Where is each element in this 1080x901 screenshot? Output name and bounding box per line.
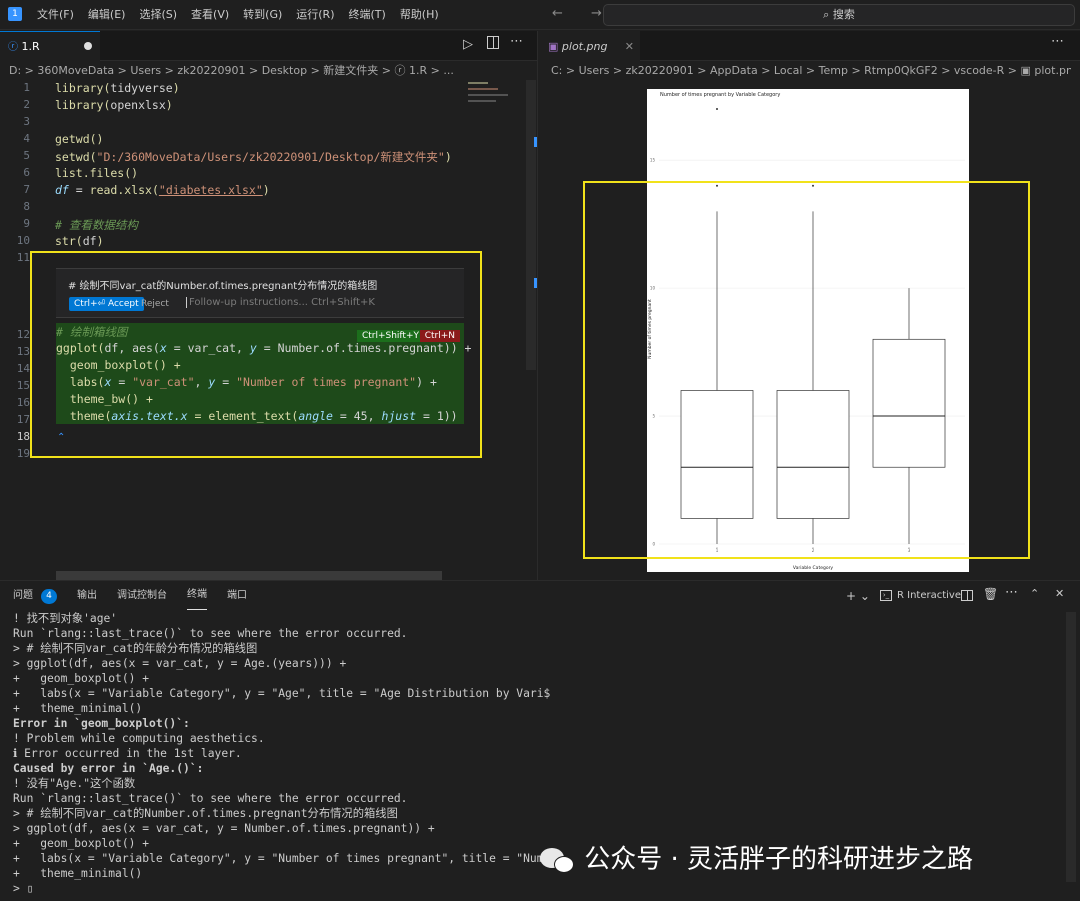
menu-item-4[interactable]: 转到(G) <box>236 0 289 30</box>
tab-terminal[interactable]: 终端 <box>187 581 207 610</box>
line-number: 16 <box>16 396 30 409</box>
terminal-line: ! 找不到对象'age' <box>13 612 118 625</box>
title-bar: 1 文件(F) 编辑(E) 选择(S) 查看(V) 转到(G) 运行(R) 终端(T) 帮助(… <box>0 0 1080 30</box>
command-search-input[interactable]: ⌕ 搜索 <box>603 4 1075 26</box>
code-line-1: library(tidyverse) <box>55 81 180 95</box>
terminal-line: Error in `geom_boxplot()`: <box>13 717 190 730</box>
terminal-line: > ggplot(df, aes(x = var_cat, y = Number… <box>13 822 435 835</box>
line-number: 14 <box>16 362 30 375</box>
minimap[interactable] <box>468 80 523 120</box>
line-number: 18 <box>16 430 30 443</box>
editor-scrollbar[interactable] <box>526 80 536 370</box>
line-number: 11 <box>16 251 30 264</box>
line-number: 15 <box>16 379 30 392</box>
menu-item-7[interactable]: 帮助(H) <box>393 0 446 30</box>
menu-item-5[interactable]: 运行(R) <box>289 0 341 30</box>
tab-output[interactable]: 输出 <box>77 581 97 611</box>
terminal-line: + geom_boxplot() + <box>13 672 150 685</box>
line-number: 7 <box>23 183 30 196</box>
line-number: 13 <box>16 345 30 358</box>
terminal-line: > # 绘制不同var_cat的Number.of.times.pregnant… <box>13 807 398 820</box>
problems-count-badge: 4 <box>41 589 57 604</box>
new-terminal-icon[interactable]: + ⌄ <box>846 589 870 603</box>
terminal-name[interactable]: R Interactive <box>897 581 961 611</box>
plot-breadcrumb[interactable]: C: > Users > zk20220901 > AppData > Loca… <box>551 61 1071 81</box>
menu-item-0[interactable]: 文件(F) <box>30 0 81 30</box>
line-number: 12 <box>16 328 30 341</box>
unsaved-dot-icon[interactable] <box>84 42 92 50</box>
more-actions-icon[interactable]: ⋯ <box>1051 34 1064 49</box>
code-line-10: str(df) <box>55 234 104 248</box>
tab-1r[interactable]: ⓡ 1.R <box>0 31 100 61</box>
split-terminal-icon[interactable] <box>961 590 973 601</box>
tab-ports[interactable]: 端口 <box>227 581 247 611</box>
line-number: 1 <box>23 81 30 94</box>
line-number: 10 <box>16 234 30 247</box>
more-actions-icon[interactable]: ⋯ <box>510 34 523 49</box>
editor-divider[interactable] <box>537 31 538 580</box>
terminal-scrollbar[interactable] <box>1066 612 1076 882</box>
terminal-line: ! 没有"Age."这个函数 <box>13 777 136 790</box>
tab-label: 1.R <box>21 40 40 53</box>
menu-item-3[interactable]: 查看(V) <box>184 0 236 30</box>
trash-icon[interactable]: 🗑 <box>983 587 998 601</box>
terminal-line: > ggplot(df, aes(x = var_cat, y = Age.(y… <box>13 657 347 670</box>
panel-tab-bar: 问题 4 输出 调试控制台 终端 端口 + ⌄ ›_ R Interactive… <box>0 580 1080 610</box>
code-line-4: getwd() <box>55 132 104 146</box>
tab-debug-console[interactable]: 调试控制台 <box>117 581 167 611</box>
line-number: 8 <box>23 200 30 213</box>
terminal-line: Caused by error in `Age.()`: <box>13 762 204 775</box>
line-number: 5 <box>23 149 30 162</box>
wechat-icon <box>540 846 576 874</box>
watermark-text: 公众号 · 灵活胖子的科研进步之路 <box>584 844 974 875</box>
chart-title: Number of times pregnant by Variable Cat… <box>660 92 780 98</box>
line-number: 4 <box>23 132 30 145</box>
chart-xlabel: Variable Category <box>793 565 834 571</box>
line-number: 19 <box>16 447 30 460</box>
highlight-box-code <box>30 251 482 458</box>
y-tick-label: 15 <box>650 158 656 163</box>
terminal-line: > ▯ <box>13 882 34 895</box>
line-number: 3 <box>23 115 30 128</box>
menu-item-1[interactable]: 编辑(E) <box>81 0 133 30</box>
code-line-6: list.files() <box>55 166 139 180</box>
line-number: 2 <box>23 98 30 111</box>
line-number: 6 <box>23 166 30 179</box>
terminal-line: ! Problem while computing aesthetics. <box>13 732 265 745</box>
terminal-line: + theme_minimal() <box>13 702 143 715</box>
terminal-line: Run `rlang::last_trace()` to see where t… <box>13 792 408 805</box>
menu-item-6[interactable]: 终端(T) <box>342 0 393 30</box>
code-line-9: # 查看数据结构 <box>55 218 138 232</box>
close-panel-icon[interactable]: ✕ <box>1055 587 1064 600</box>
split-editor-icon[interactable] <box>487 36 499 49</box>
code-line-2: library(openxlsx) <box>55 98 173 112</box>
horizontal-scrollbar[interactable] <box>56 571 442 580</box>
tab-label: plot.png <box>561 40 608 53</box>
code-line-5: setwd("D:/360MoveData/Users/zk20220901/D… <box>55 150 452 164</box>
terminal-line: ℹ Error occurred in the 1st layer. <box>13 747 242 760</box>
terminal-line: Run `rlang::last_trace()` to see where t… <box>13 627 408 640</box>
r-file-icon: ⓡ <box>8 42 18 53</box>
terminal-icon: ›_ <box>880 590 892 601</box>
more-actions-icon[interactable]: ⋯ <box>1005 585 1018 600</box>
terminal-line: > # 绘制不同var_cat的年龄分布情况的箱线图 <box>13 642 258 655</box>
code-line-7: df = read.xlsx("diabetes.xlsx") <box>55 183 270 197</box>
outlier-point <box>716 108 718 110</box>
tab-problems[interactable]: 问题 <box>13 581 33 611</box>
menu-item-2[interactable]: 选择(S) <box>132 0 184 30</box>
terminal-line: + labs(x = "Variable Category", y = "Age… <box>13 687 551 700</box>
vscode-logo-icon: 1 <box>8 7 22 21</box>
breadcrumb[interactable]: D: > 360MoveData > Users > zk20220901 > … <box>9 61 537 81</box>
highlight-box-plot <box>583 181 1030 559</box>
image-file-icon: ▣ <box>548 40 559 53</box>
close-tab-icon[interactable]: ✕ <box>625 32 634 61</box>
run-icon[interactable]: ▷ <box>463 37 473 52</box>
line-number: 9 <box>23 217 30 230</box>
tab-plot-png[interactable]: ▣ plot.png ✕ <box>538 31 640 61</box>
line-number: 17 <box>16 413 30 426</box>
maximize-panel-icon[interactable]: ⌃ <box>1030 587 1039 600</box>
watermark: 公众号 · 灵活胖子的科研进步之路 <box>540 836 1060 882</box>
menu-bar: 文件(F) 编辑(E) 选择(S) 查看(V) 转到(G) 运行(R) 终端(T) 帮助(H) <box>30 0 446 30</box>
